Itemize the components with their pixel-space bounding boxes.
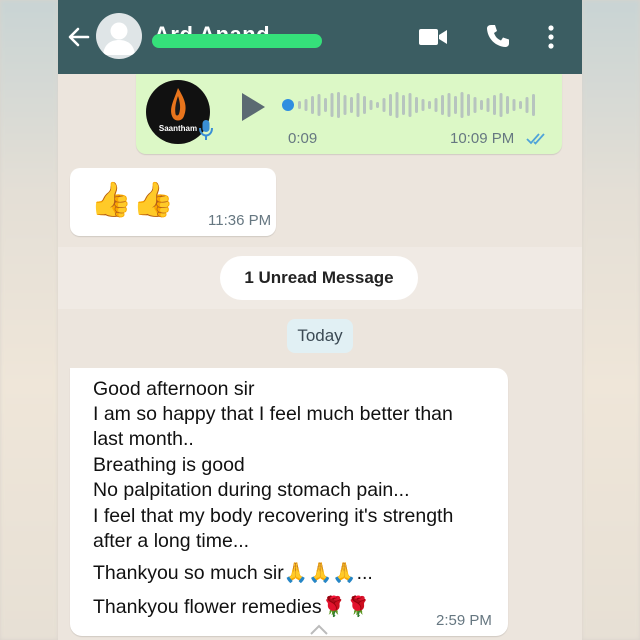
thumbs-up-emoji: 👍👍 [90, 181, 175, 219]
message-time: 11:36 PM [208, 212, 272, 229]
default-avatar-icon [103, 22, 135, 55]
message-line: Good afternoon sir [93, 378, 255, 400]
waveform-bar [428, 101, 431, 109]
waveform-bar [415, 97, 418, 113]
waveform-bar [376, 102, 379, 108]
chat-screen: Ard Anand Saantham [58, 0, 582, 640]
name-redaction [152, 34, 322, 48]
waveform-bar [363, 96, 366, 114]
waveform-bar [317, 94, 321, 116]
waveform-bar [408, 93, 412, 117]
blurred-background-left [0, 0, 58, 640]
waveform-bar [499, 93, 503, 117]
unread-message-banner: 1 Unread Message [220, 256, 418, 300]
waveform-bar [382, 98, 386, 112]
waveform-bar [356, 93, 360, 117]
microphone-icon [199, 120, 213, 140]
emoji-message-bubble[interactable]: 👍👍 11:36 PM [70, 168, 276, 236]
message-line: Thankyou flower remedies🌹🌹 [93, 596, 371, 618]
waveform-bar [480, 100, 483, 110]
waveform-bar [402, 95, 405, 115]
play-icon[interactable] [240, 92, 266, 122]
waveform-bar [330, 93, 334, 117]
waveform-bar [473, 97, 477, 113]
chat-header: Ard Anand [58, 0, 582, 74]
waveform-bar [350, 97, 353, 113]
message-line: last month.. [93, 428, 194, 450]
date-divider: Today [287, 319, 353, 353]
playback-position-dot[interactable] [282, 99, 294, 111]
message-line: Thankyou so much sir🙏🙏🙏... [93, 562, 373, 584]
waveform-bar [343, 95, 347, 115]
voice-duration: 0:09 [288, 130, 318, 147]
message-line: Breathing is good [93, 454, 245, 476]
waveform-bar [506, 96, 509, 114]
waveform-bar [532, 94, 535, 116]
waveform-bar [421, 99, 425, 111]
video-camera-icon[interactable] [418, 26, 448, 48]
blurred-background-right [582, 0, 640, 640]
arrow-left-icon[interactable] [66, 24, 92, 50]
more-vertical-icon[interactable] [546, 24, 556, 50]
double-check-icon [526, 133, 545, 145]
waveform-bar [395, 92, 399, 118]
waveform-bar [337, 92, 340, 118]
waveform-bar [324, 98, 327, 112]
text-message-bubble[interactable]: Good afternoon sir I am so happy that I … [70, 368, 508, 636]
waveform-bar [304, 99, 308, 111]
message-time: 2:59 PM [436, 612, 492, 629]
contact-avatar[interactable] [96, 13, 142, 59]
waveform-bar [311, 96, 314, 114]
voice-message-bubble[interactable]: Saantham 0:09 10:09 PM [136, 74, 562, 154]
waveform-bar [298, 101, 301, 109]
waveform-bar [454, 96, 457, 114]
waveform-bar [434, 98, 438, 112]
waveform-bar [486, 98, 490, 112]
waveform-bar [369, 100, 373, 110]
waveform-bar [447, 93, 451, 117]
waveform-bar [460, 92, 464, 118]
waveform-bar [389, 94, 392, 116]
message-line: I am so happy that I feel much better th… [93, 403, 453, 425]
message-line: I feel that my body recovering it's stre… [93, 505, 454, 527]
phone-icon[interactable] [485, 23, 511, 49]
chevron-up-icon[interactable] [308, 622, 330, 636]
waveform-bar [441, 95, 444, 115]
message-line: after a long time... [93, 530, 250, 552]
waveform-bar [467, 94, 470, 116]
waveform-bar [519, 101, 522, 109]
waveform-bar [493, 95, 496, 115]
audio-waveform[interactable] [282, 88, 542, 122]
waveform-bar [512, 99, 516, 111]
waveform-bar [525, 97, 529, 113]
message-line: No palpitation during stomach pain... [93, 479, 410, 501]
message-time: 10:09 PM [450, 130, 515, 147]
